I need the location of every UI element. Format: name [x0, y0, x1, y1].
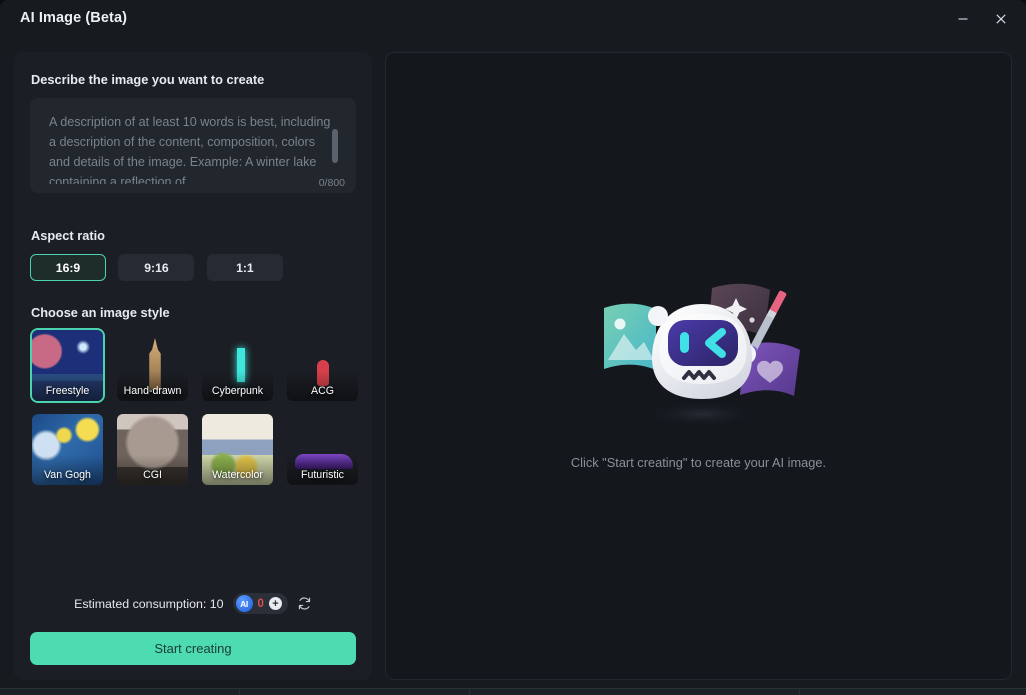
style-tile-cyberpunk[interactable]: Cyberpunk [200, 328, 275, 403]
style-label: Van Gogh [44, 469, 91, 481]
empty-state-text: Click "Start creating" to create your AI… [570, 455, 827, 470]
minimize-icon [958, 18, 968, 20]
style-label: Hand-drawn [123, 385, 182, 397]
image-style-grid: Freestyle Hand-drawn Cyberpunk ACG Van G [30, 328, 360, 487]
consumption-row: Estimated consumption: 10 AI 0 + [30, 593, 356, 614]
prompt-textarea[interactable]: A description of at least 10 words is be… [30, 98, 356, 193]
close-button[interactable] [984, 4, 1018, 34]
image-style-label: Choose an image style [31, 305, 170, 320]
style-label: Watercolor [212, 469, 263, 481]
character-counter: 0/800 [318, 177, 345, 189]
add-credits-icon[interactable]: + [268, 597, 282, 610]
aspect-ratio-label: Aspect ratio [31, 228, 105, 243]
style-tile-freestyle[interactable]: Freestyle [30, 328, 105, 403]
ai-robot-mascot-illustration [584, 262, 814, 437]
config-panel: Describe the image you want to create A … [14, 52, 372, 680]
style-label: Freestyle [45, 385, 90, 397]
credit-balance-pill[interactable]: AI 0 + [232, 593, 288, 614]
title-bar: AI Image (Beta) [0, 0, 1026, 40]
style-tile-van-gogh[interactable]: Van Gogh [30, 412, 105, 487]
style-tile-futuristic[interactable]: Futuristic [285, 412, 360, 487]
aspect-ratio-1-1[interactable]: 1:1 [206, 254, 283, 281]
style-label: ACG [311, 385, 334, 397]
describe-label: Describe the image you want to create [31, 72, 265, 87]
refresh-credits-button[interactable] [297, 596, 312, 611]
close-icon [996, 14, 1006, 24]
page-title: AI Image (Beta) [20, 10, 128, 26]
aspect-ratio-9-16[interactable]: 9:16 [118, 254, 195, 281]
style-label: CGI [143, 469, 162, 481]
style-tile-watercolor[interactable]: Watercolor [200, 412, 275, 487]
start-creating-button[interactable]: Start creating [30, 632, 356, 665]
refresh-icon [298, 597, 311, 610]
ai-credit-icon: AI [235, 595, 253, 612]
credit-count: 0 [257, 597, 264, 610]
preview-panel: Click "Start creating" to create your AI… [385, 52, 1012, 680]
aspect-ratio-group: 16:9 9:16 1:1 [30, 254, 291, 281]
style-label: Cyberpunk [211, 385, 264, 397]
aspect-ratio-16-9[interactable]: 16:9 [30, 254, 106, 281]
window-bottom-edge [0, 688, 1026, 695]
minimize-button[interactable] [946, 4, 980, 34]
style-tile-acg[interactable]: ACG [285, 328, 360, 403]
style-tile-cgi[interactable]: CGI [115, 412, 190, 487]
mascot-icon [603, 283, 800, 427]
estimated-consumption-text: Estimated consumption: 10 [74, 596, 224, 611]
prompt-placeholder: A description of at least 10 words is be… [49, 115, 331, 184]
ai-image-window: AI Image (Beta) Describe the image you w… [0, 0, 1026, 688]
prompt-scrollbar-thumb[interactable] [332, 129, 338, 163]
prompt-scrollbar[interactable] [332, 112, 347, 182]
style-label: Futuristic [301, 469, 344, 481]
empty-state: Click "Start creating" to create your AI… [386, 53, 1011, 679]
style-tile-hand-drawn[interactable]: Hand-drawn [115, 328, 190, 403]
